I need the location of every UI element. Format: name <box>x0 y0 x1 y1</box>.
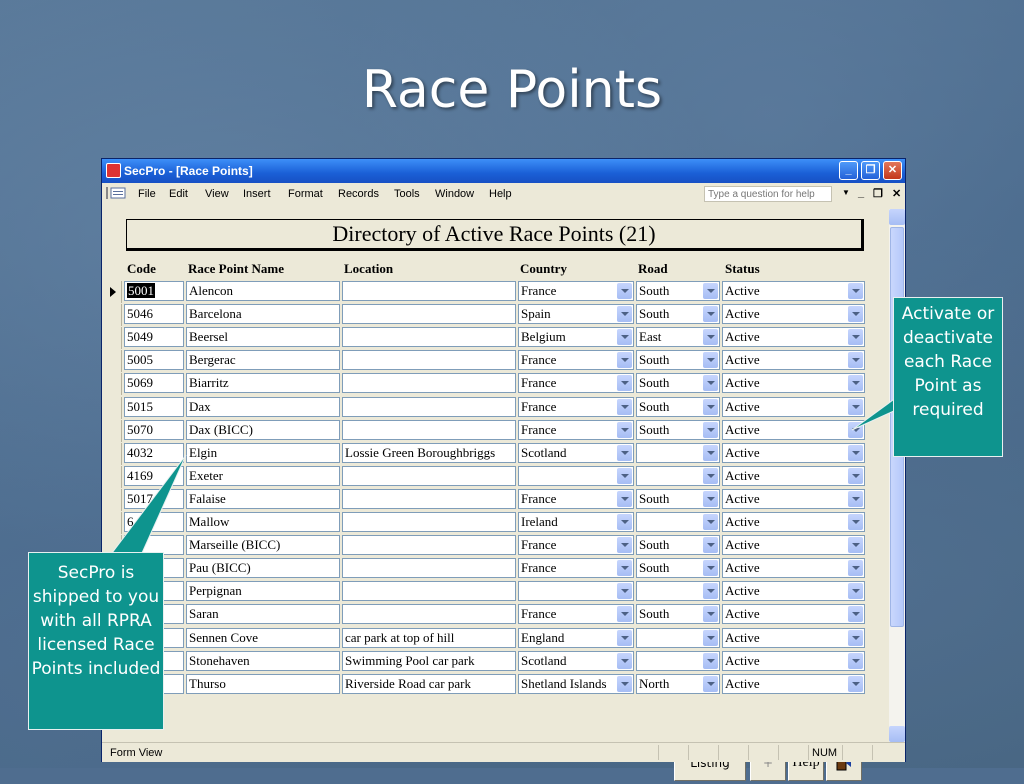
callout-shipped: SecPro is shipped to you with all RPRA l… <box>28 552 164 730</box>
callout-activate: Activate or deactivate each Race Point a… <box>893 297 1003 457</box>
